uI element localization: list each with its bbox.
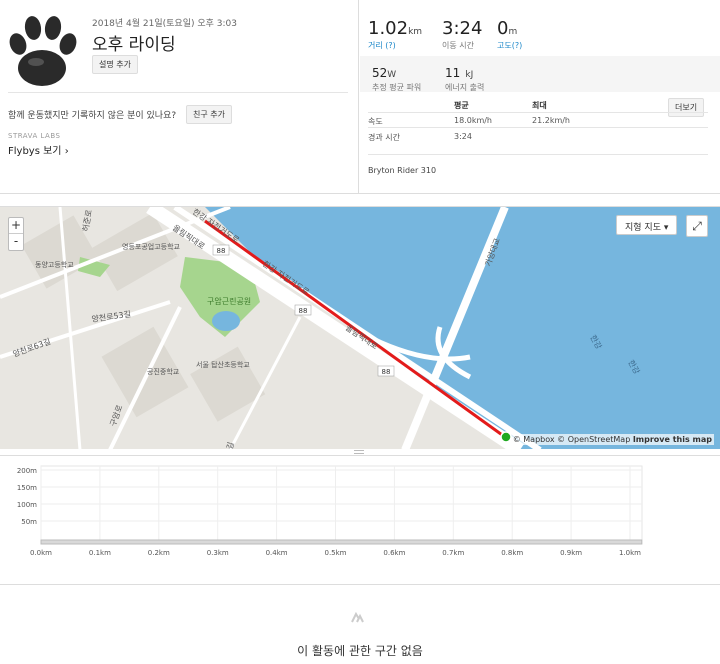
- route-88-shield: 88: [217, 247, 226, 255]
- map-label-school: 영등포공업고등학교: [122, 242, 181, 251]
- zoom-out-button[interactable]: -: [9, 234, 23, 250]
- route-88-shield: 88: [382, 368, 391, 376]
- stat-distance: 1.02km 거리 (?): [368, 18, 422, 51]
- friends-prompt: 함께 운동했지만 기록하지 않은 분이 있나요?: [8, 111, 177, 121]
- table-divider: [368, 154, 708, 155]
- no-segments-message: 이 활동에 관한 구간 없음: [297, 644, 423, 658]
- chevron-right-icon: ›: [64, 146, 69, 157]
- activity-date: 2018년 4월 21일(토요일) 오후 3:03: [92, 19, 237, 29]
- moving-time-label: 이동 시간: [442, 41, 474, 50]
- map-label-school: 서울 탑산초등학교: [196, 360, 250, 369]
- zoom-control: + -: [8, 217, 24, 251]
- energy-label: 에너지 출력: [445, 83, 485, 92]
- row-speed-label: 속도: [368, 117, 383, 126]
- x-tick-label: 0.7km: [442, 549, 464, 557]
- elevation-value: 0: [497, 18, 509, 39]
- x-tick-label: 0.6km: [383, 549, 405, 557]
- map-canvas[interactable]: 88 88 88 가양대교 한강 한강 올림픽대로 올림픽대로 한강 자전거도로…: [0, 207, 720, 449]
- table-divider: [368, 112, 708, 113]
- y-tick-label: 100m: [17, 501, 37, 509]
- activity-header: 2018년 4월 21일(토요일) 오후 3:03 오후 라이딩 설명 추가 함…: [0, 0, 720, 194]
- x-tick-label: 1.0km: [619, 549, 641, 557]
- attribution-text: © Mapbox © OpenStreetMap: [512, 435, 631, 444]
- power-value: 52: [372, 66, 388, 80]
- terrain-label: 지형 지도: [625, 223, 661, 233]
- paw-print-icon: [9, 16, 77, 86]
- strava-labs-label: STRAVA LABS: [8, 132, 61, 140]
- map-label-road: 허준로: [81, 209, 94, 232]
- map-attribution: © Mapbox © OpenStreetMap Improve this ma…: [510, 434, 714, 445]
- col-max-header: 최대: [532, 101, 547, 110]
- segments-section: 이 활동에 관한 구간 없음: [0, 586, 720, 664]
- x-tick-label: 0.3km: [207, 549, 229, 557]
- caret-down-icon: ▾: [663, 223, 669, 233]
- y-tick-label: 200m: [17, 467, 37, 475]
- activity-summary: 2018년 4월 21일(토요일) 오후 3:03 오후 라이딩 설명 추가 함…: [0, 0, 358, 193]
- stat-energy: 11 kJ 에너지 출력: [445, 62, 484, 93]
- col-avg-header: 평균: [454, 101, 469, 110]
- stat-power: 52W 추정 평균 파워: [372, 62, 421, 93]
- table-divider: [368, 127, 708, 128]
- improve-map-link[interactable]: Improve this map: [633, 435, 712, 444]
- route-map[interactable]: 88 88 88 가양대교 한강 한강 올림픽대로 올림픽대로 한강 자전거도로…: [0, 206, 720, 449]
- x-tick-label: 0.5km: [324, 549, 346, 557]
- x-tick-label: 0.0km: [30, 549, 52, 557]
- stat-elevation: 0m 고도(?): [497, 18, 522, 51]
- zoom-in-button[interactable]: +: [9, 218, 23, 234]
- add-friend-button[interactable]: 친구 추가: [186, 105, 232, 124]
- x-tick-label: 0.2km: [148, 549, 170, 557]
- add-description-button[interactable]: 설명 추가: [92, 55, 138, 74]
- divider: [8, 92, 348, 93]
- map-label-road: 양천로63길: [11, 336, 52, 359]
- device-name: Bryton Rider 310: [368, 166, 437, 175]
- energy-value: 11: [445, 66, 461, 80]
- row-speed-avg: 18.0km/h: [454, 116, 493, 125]
- power-label: 추정 평균 파워: [372, 83, 422, 92]
- elevation-label[interactable]: 고도(?): [497, 40, 522, 51]
- x-tick-label: 0.9km: [560, 549, 582, 557]
- route-start-marker: [500, 431, 512, 443]
- expand-icon: ⤢: [692, 219, 702, 233]
- x-tick-label: 0.1km: [89, 549, 111, 557]
- map-label-school: 동양고등학교: [35, 260, 74, 269]
- elevation-unit: m: [508, 27, 518, 37]
- distance-label[interactable]: 거리 (?): [368, 40, 422, 51]
- route-88-shield: 88: [299, 307, 308, 315]
- row-elapsed-avg: 3:24: [454, 132, 472, 141]
- x-tick-label: 0.4km: [266, 549, 288, 557]
- terrain-map-dropdown[interactable]: 지형 지도 ▾: [616, 215, 678, 235]
- elevation-chart-svg[interactable]: 50m 100m 150m 200m 0.0km 0.1km 0.2km 0.3km 0.4km…: [0, 456, 720, 586]
- strava-segment-icon: [351, 611, 364, 623]
- y-tick-label: 150m: [17, 484, 37, 492]
- resize-handle[interactable]: [354, 450, 364, 454]
- elevation-area: [40, 539, 643, 545]
- moving-time-value: 3:24: [442, 18, 483, 39]
- y-tick-label: 50m: [21, 518, 37, 526]
- power-unit: W: [387, 70, 397, 80]
- row-elapsed-label: 경과 시간: [368, 133, 400, 142]
- map-label-school: 공진중학교: [147, 367, 180, 376]
- fullscreen-button[interactable]: ⤢: [686, 215, 708, 237]
- elevation-chart[interactable]: 50m 100m 150m 200m 0.0km 0.1km 0.2km 0.3km 0.4km…: [0, 455, 720, 585]
- stat-moving-time: 3:24 이동 시간: [442, 18, 482, 51]
- flybys-link[interactable]: Flybys 보기 ›: [8, 142, 69, 157]
- flybys-label: Flybys 보기: [8, 146, 62, 157]
- distance-unit: km: [408, 27, 423, 37]
- map-label-park: 구암근린공원: [207, 296, 251, 306]
- distance-value: 1.02: [368, 18, 409, 39]
- energy-unit: kJ: [465, 70, 474, 80]
- plot-area: [40, 465, 643, 545]
- row-speed-max: 21.2km/h: [532, 116, 571, 125]
- x-tick-label: 0.8km: [501, 549, 523, 557]
- activity-title[interactable]: 오후 라이딩: [92, 30, 176, 55]
- more-button[interactable]: 더보기: [668, 98, 705, 117]
